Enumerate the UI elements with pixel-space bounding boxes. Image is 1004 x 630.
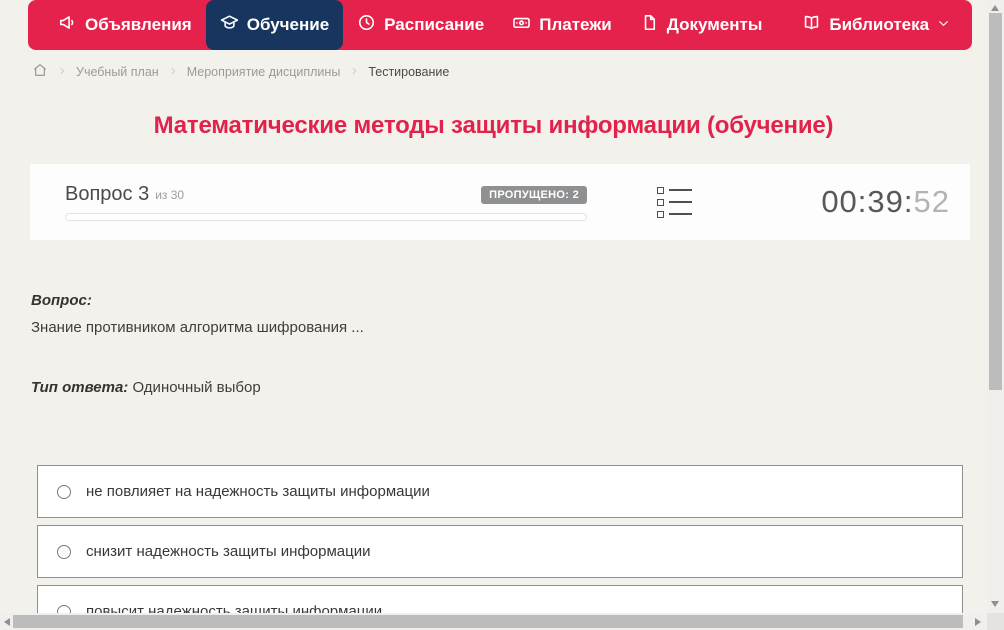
breadcrumb-item-discipline-event[interactable]: Мероприятие дисциплины [187,65,341,79]
scroll-up-icon[interactable] [991,5,999,11]
graduation-cap-icon [220,13,239,37]
quiz-header-card: Вопрос 3 из 30 ПРОПУЩЕНО: 2 00:39:52 [30,164,970,240]
answer-options: не повлияет на надежность защиты информа… [37,465,963,630]
timer-main: 00:39: [821,184,914,219]
scroll-down-icon[interactable] [991,601,999,607]
answer-type-label: Тип ответа: [31,379,129,396]
radio-icon[interactable] [57,544,71,559]
nav-item-payments[interactable]: Платежи [498,0,626,50]
megaphone-icon [58,13,77,37]
nav-item-announcements[interactable]: Объявления [44,0,206,50]
main-nav: Объявления Обучение Расписание Платежи Д… [28,0,972,50]
home-icon [32,64,48,81]
breadcrumb-current: Тестирование [368,64,450,79]
nav-item-documents[interactable]: Документы [626,0,777,50]
breadcrumb-item-study-plan[interactable]: Учебный план [76,65,159,79]
question-list-icon[interactable] [657,186,692,218]
nav-item-label: Платежи [539,15,612,34]
page-title: Математические методы защиты информации … [153,112,834,139]
nav-item-label: Обучение [246,15,330,34]
question-total: из 30 [155,187,185,202]
question-text: Знание противником алгоритма шифрования … [31,319,364,336]
answer-option-2[interactable]: снизит надежность защиты информации [37,525,963,578]
chevron-right-icon [349,65,359,79]
app-root: Объявления Обучение Расписание Платежи Д… [0,0,1004,630]
nav-item-label: Библиотека [829,15,930,34]
skipped-badge: ПРОПУЩЕНО: 2 [481,185,587,204]
chevron-right-icon [57,65,67,79]
book-icon [802,13,821,37]
scroll-right-icon[interactable] [975,617,981,626]
horizontal-scrollbar[interactable] [0,613,987,630]
answer-type-value: Одиночный выбор [132,379,261,396]
scroll-left-icon[interactable] [4,617,10,626]
timer: 00:39:52 [821,184,950,220]
question-number: Вопрос 3 [65,183,150,205]
question-block: Вопрос: Знание противником алгоритма шиф… [31,292,364,396]
nav-item-label: Расписание [384,15,485,34]
nav-item-schedule[interactable]: Расписание [343,0,498,50]
clock-icon [357,13,376,37]
timer-seconds: 52 [913,184,950,219]
radio-icon[interactable] [57,484,71,499]
answer-option-1[interactable]: не повлияет на надежность защиты информа… [37,465,963,518]
horizontal-scrollbar-thumb[interactable] [13,615,963,628]
quiz-progress-bar [65,213,587,221]
nav-item-learning[interactable]: Обучение [205,0,344,50]
answer-option-label: не повлияет на надежность защиты информа… [86,483,430,500]
document-icon [640,13,659,37]
scrollbar-corner [987,613,1004,630]
quiz-progress-group: Вопрос 3 из 30 ПРОПУЩЕНО: 2 [65,183,587,221]
vertical-scrollbar-thumb[interactable] [989,13,1002,390]
nav-item-label: Объявления [85,15,192,34]
breadcrumb-home[interactable] [32,62,48,81]
chevron-down-icon [937,15,950,35]
question-label: Вопрос: [31,292,92,309]
vertical-scrollbar[interactable] [987,0,1004,613]
nav-item-label: Документы [666,15,763,34]
answer-option-label: снизит надежность защиты информации [86,543,371,560]
payments-icon [512,13,531,37]
nav-item-library[interactable]: Библиотека [788,0,964,50]
chevron-right-icon [168,65,178,79]
answer-type-row: Тип ответа: Одиночный выбор [31,379,364,396]
breadcrumb: Учебный план Мероприятие дисциплины Тест… [32,62,449,81]
